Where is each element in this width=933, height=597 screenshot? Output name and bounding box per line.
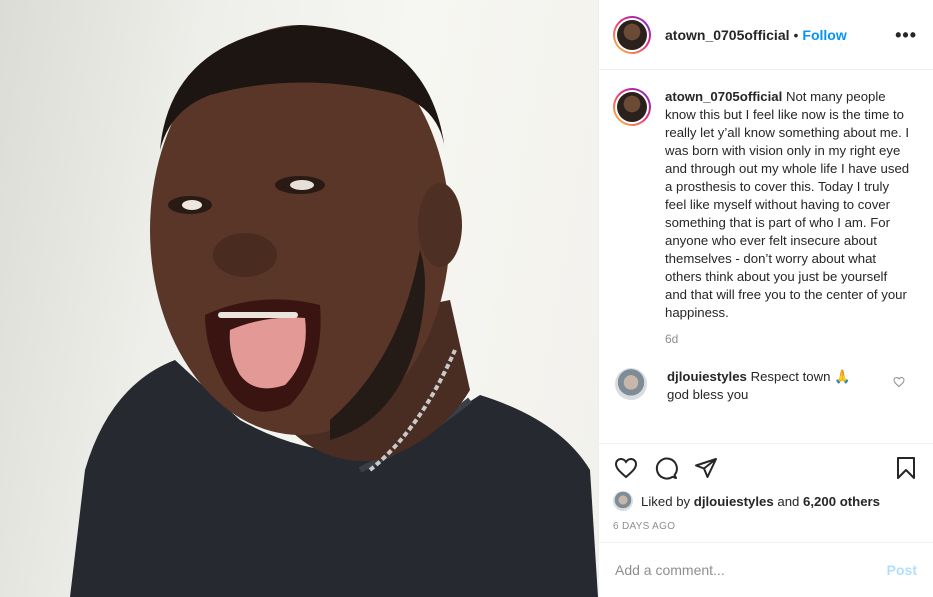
- comment-item: djlouiestyles Respect town 🙏 god bless y…: [613, 368, 919, 404]
- comment-input[interactable]: [615, 562, 887, 578]
- comment-icon[interactable]: [653, 455, 679, 481]
- liked-by-join: and: [777, 493, 800, 509]
- bookmark-icon[interactable]: [893, 455, 919, 481]
- post-side-panel: atown_0705official • Follow ••• atown_07…: [598, 0, 933, 597]
- add-comment-bar: Post: [599, 542, 933, 597]
- action-icons: [613, 454, 919, 482]
- follow-button[interactable]: Follow: [802, 27, 846, 43]
- share-icon[interactable]: [693, 455, 719, 481]
- author-username[interactable]: atown_0705official: [665, 27, 790, 43]
- more-options-icon[interactable]: •••: [895, 26, 917, 44]
- liker-avatar: [613, 491, 633, 511]
- comment-heart-icon[interactable]: [893, 376, 905, 388]
- commenter-avatar[interactable]: [615, 368, 647, 400]
- comment-text: djlouiestyles Respect town 🙏 god bless y…: [667, 368, 867, 404]
- caption-time[interactable]: 6d: [665, 332, 919, 346]
- liked-by-user[interactable]: djlouiestyles: [694, 494, 774, 509]
- caption-username[interactable]: atown_0705official: [665, 89, 782, 104]
- caption-text: atown_0705official Not many people know …: [665, 88, 910, 322]
- caption: atown_0705official Not many people know …: [613, 88, 919, 322]
- posted-time[interactable]: 6 DAYS AGO: [613, 521, 919, 532]
- post-actions: Liked by djlouiestyles and 6,200 others …: [599, 443, 933, 540]
- caption-avatar[interactable]: [613, 88, 651, 126]
- author-avatar[interactable]: [613, 15, 651, 54]
- caption-body: Not many people know this but I feel lik…: [665, 89, 910, 320]
- post-header: atown_0705official • Follow •••: [599, 0, 933, 70]
- likes-summary[interactable]: Liked by djlouiestyles and 6,200 others: [613, 491, 919, 511]
- comments-list[interactable]: atown_0705official Not many people know …: [599, 70, 933, 443]
- post-comment-button[interactable]: Post: [887, 562, 917, 578]
- comment-username[interactable]: djlouiestyles: [667, 369, 747, 384]
- liked-by-others[interactable]: 6,200 others: [803, 494, 880, 509]
- heart-icon[interactable]: [613, 455, 639, 481]
- separator-dot: •: [793, 26, 799, 43]
- portrait-photo: [70, 25, 598, 597]
- liked-by-prefix: Liked by: [641, 493, 691, 509]
- post-photo[interactable]: [0, 0, 598, 597]
